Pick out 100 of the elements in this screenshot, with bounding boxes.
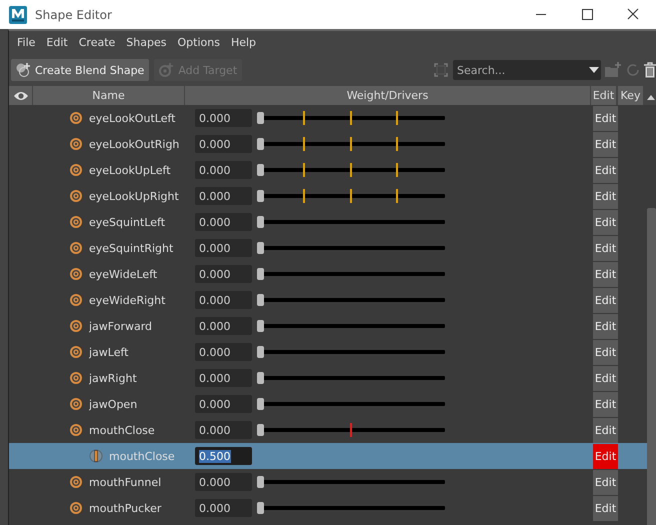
weight-field[interactable]: 0.000 <box>195 369 252 387</box>
shape-name[interactable]: mouthClose <box>89 424 195 436</box>
edit-button[interactable]: Edit <box>593 184 618 208</box>
edit-button[interactable]: Edit <box>593 132 618 156</box>
inbetween-icon[interactable] <box>89 449 103 463</box>
shape-name[interactable]: mouthPucker <box>89 502 195 514</box>
column-header[interactable]: Key <box>618 86 643 105</box>
shape-name[interactable]: eyeSquintRight <box>89 242 195 254</box>
search-field[interactable]: Search... <box>453 60 601 80</box>
shape-name[interactable]: eyeLookUpLeft <box>89 164 195 176</box>
eye-icon[interactable] <box>12 90 28 102</box>
menu-item[interactable]: Create <box>74 36 122 48</box>
target-icon[interactable] <box>69 475 83 489</box>
slider-thumb[interactable] <box>257 216 264 228</box>
column-header[interactable]: Name <box>33 86 184 105</box>
edit-button[interactable]: Edit <box>593 470 618 494</box>
scrollbar-thumb[interactable] <box>647 208 656 525</box>
target-icon[interactable] <box>69 293 83 307</box>
target-icon[interactable] <box>69 267 83 281</box>
slider-thumb[interactable] <box>257 164 264 176</box>
column-header[interactable]: Weight/Drivers <box>185 86 590 105</box>
weight-field[interactable]: 0.000 <box>195 291 252 309</box>
edit-button[interactable]: Edit <box>593 340 618 364</box>
weight-field[interactable]: 0.000 <box>195 499 252 517</box>
target-icon[interactable] <box>69 371 83 385</box>
shape-name[interactable]: eyeWideLeft <box>89 268 195 280</box>
target-icon[interactable] <box>69 241 83 255</box>
weight-field[interactable]: 0.000 <box>195 213 252 231</box>
slider-thumb[interactable] <box>257 398 264 410</box>
slider-thumb[interactable] <box>257 268 264 280</box>
target-icon[interactable] <box>69 319 83 333</box>
dropdown-arrow-icon[interactable] <box>587 65 601 75</box>
edit-button[interactable]: Edit <box>593 262 618 286</box>
menu-item[interactable]: Edit <box>42 36 75 48</box>
shape-name[interactable]: eyeLookOutLeft <box>89 112 195 124</box>
slider-thumb[interactable] <box>257 138 264 150</box>
scroll-up-icon[interactable] <box>646 93 656 101</box>
slider-thumb[interactable] <box>257 424 264 436</box>
weight-field[interactable]: 0.000 <box>195 395 252 413</box>
slider-thumb[interactable] <box>257 372 264 384</box>
slider-thumb[interactable] <box>257 112 264 124</box>
target-icon[interactable] <box>69 111 83 125</box>
shape-name[interactable]: eyeWideRight <box>89 294 195 306</box>
weight-field[interactable]: 0.000 <box>195 317 252 335</box>
shape-name[interactable]: eyeSquintLeft <box>89 216 195 228</box>
weight-field[interactable]: 0.500 <box>195 447 252 465</box>
create-blend-shape-button[interactable]: Create Blend Shape <box>11 59 150 81</box>
shape-name[interactable]: jawOpen <box>89 398 195 410</box>
edit-button[interactable]: Edit <box>593 236 618 260</box>
weight-field[interactable]: 0.000 <box>195 187 252 205</box>
shape-name[interactable]: mouthFunnel <box>89 476 195 488</box>
shape-name[interactable]: eyeLookOutRigh <box>89 138 195 150</box>
target-icon[interactable] <box>69 397 83 411</box>
column-header[interactable]: Edit <box>591 86 616 105</box>
trash-icon[interactable] <box>644 62 656 78</box>
edit-button[interactable]: Edit <box>593 418 618 442</box>
edit-button[interactable]: Edit <box>593 288 618 312</box>
weight-field[interactable]: 0.000 <box>195 473 252 491</box>
target-icon[interactable] <box>69 189 83 203</box>
app-logo-icon <box>9 6 27 24</box>
weight-field[interactable]: 0.000 <box>195 421 252 439</box>
edit-button[interactable]: Edit <box>593 210 618 234</box>
slider-thumb[interactable] <box>257 320 264 332</box>
target-icon[interactable] <box>69 345 83 359</box>
slider-thumb[interactable] <box>257 242 264 254</box>
slider-thumb[interactable] <box>257 346 264 358</box>
edit-button[interactable]: Edit <box>593 314 618 338</box>
target-icon[interactable] <box>69 423 83 437</box>
weight-field[interactable]: 0.000 <box>195 265 252 283</box>
menu-item[interactable]: Options <box>173 36 227 48</box>
edit-button[interactable]: Edit <box>593 106 618 130</box>
shapes-add-icon <box>15 62 31 78</box>
shape-name[interactable]: jawLeft <box>89 346 195 358</box>
slider-thumb[interactable] <box>257 476 264 488</box>
target-icon[interactable] <box>69 215 83 229</box>
edit-button[interactable]: Edit <box>593 392 618 416</box>
edit-button[interactable]: Edit <box>593 444 618 468</box>
weight-field[interactable]: 0.000 <box>195 135 252 153</box>
target-icon[interactable] <box>69 501 83 515</box>
slider-thumb[interactable] <box>257 294 264 306</box>
menu-item[interactable]: Shapes <box>122 36 174 48</box>
menu-item[interactable]: Help <box>226 36 264 48</box>
frame-icon[interactable] <box>433 62 449 78</box>
edit-button[interactable]: Edit <box>593 496 618 520</box>
slider-thumb[interactable] <box>257 502 264 514</box>
weight-field[interactable]: 0.000 <box>195 161 252 179</box>
weight-field[interactable]: 0.000 <box>195 109 252 127</box>
target-icon[interactable] <box>69 163 83 177</box>
window-title: Shape Editor <box>35 8 112 22</box>
weight-field[interactable]: 0.000 <box>195 343 252 361</box>
shape-name[interactable]: eyeLookUpRight <box>89 190 195 202</box>
weight-field[interactable]: 0.000 <box>195 239 252 257</box>
shape-name[interactable]: jawRight <box>89 372 195 384</box>
search-input[interactable]: Search... <box>453 62 587 78</box>
edit-button[interactable]: Edit <box>593 158 618 182</box>
menu-item[interactable]: File <box>13 36 42 48</box>
shape-name[interactable]: jawForward <box>89 320 195 332</box>
target-icon[interactable] <box>69 137 83 151</box>
edit-button[interactable]: Edit <box>593 366 618 390</box>
slider-thumb[interactable] <box>257 190 264 202</box>
